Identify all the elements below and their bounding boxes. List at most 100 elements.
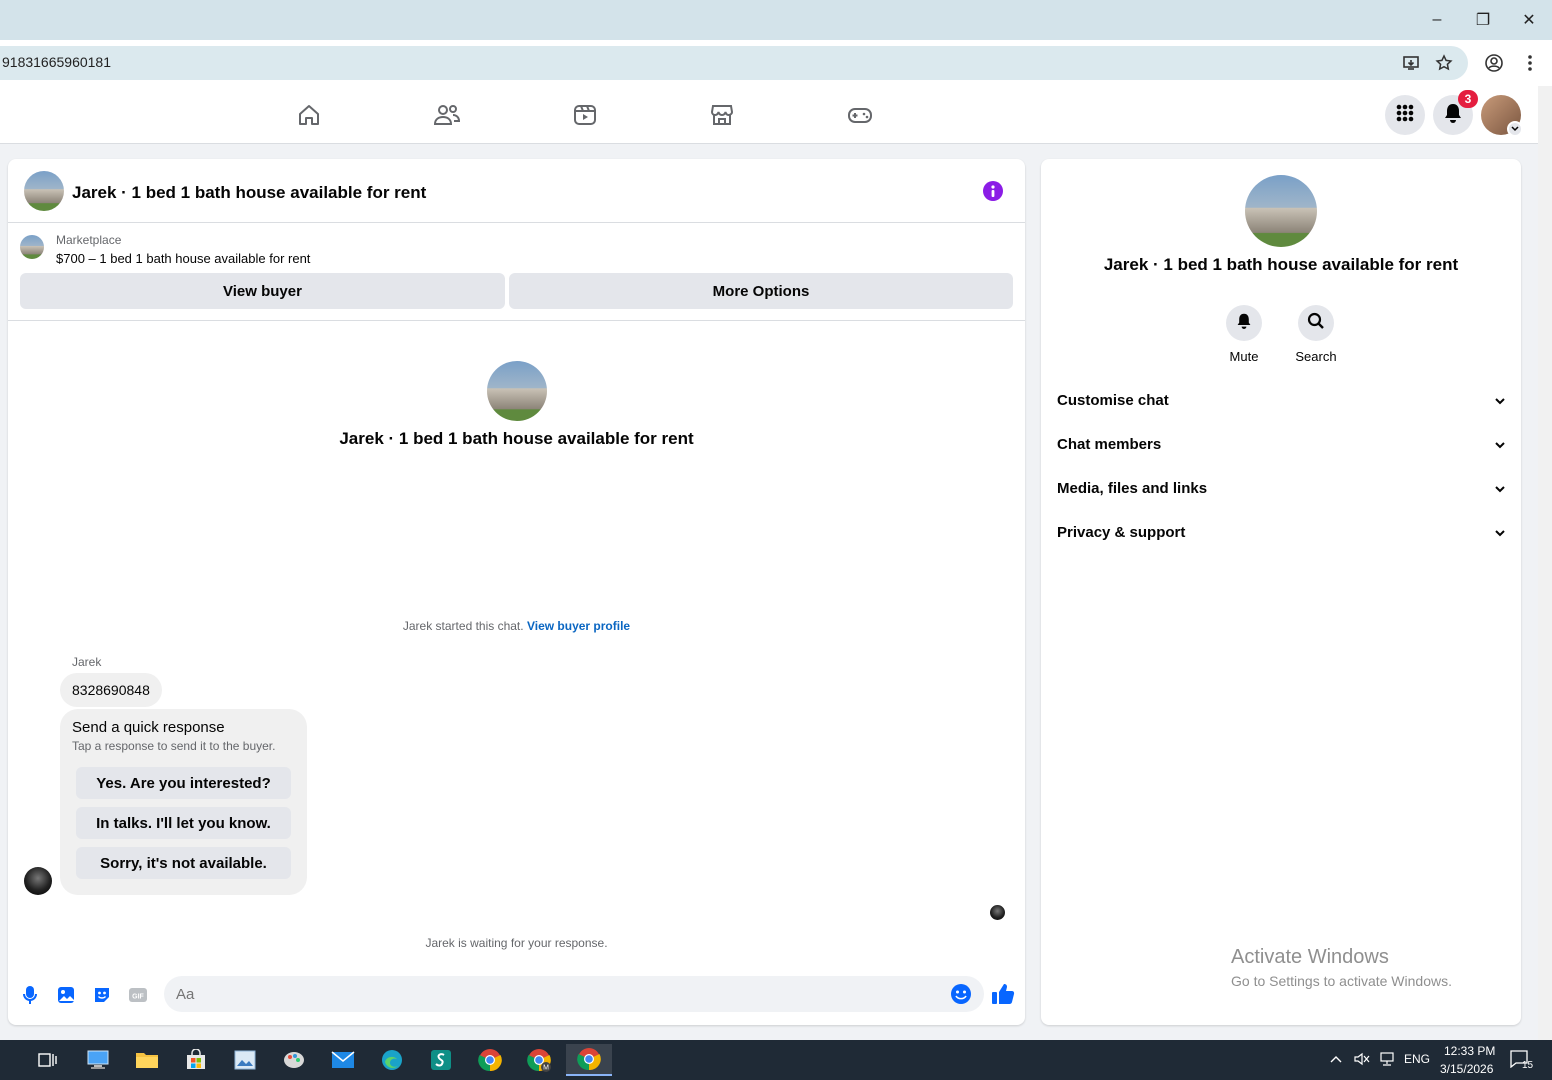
svg-text:M: M: [543, 1065, 549, 1072]
privacy-support-label: Privacy & support: [1057, 523, 1186, 541]
microsoft-store-icon[interactable]: [176, 1044, 216, 1076]
facebook-navbar: [0, 86, 1538, 144]
like-thumb-icon[interactable]: [990, 981, 1016, 1007]
gaming-icon[interactable]: [845, 100, 875, 130]
mute-button[interactable]: Mute: [1214, 305, 1274, 364]
chat-intro-title: Jarek · 1 bed 1 bath house available for…: [339, 429, 694, 448]
search-label: Search: [1295, 349, 1337, 364]
chat-profile-photo: [487, 361, 547, 421]
read-receipt-avatar: [990, 905, 1005, 920]
info-icon[interactable]: [983, 181, 1003, 201]
address-bar[interactable]: 91831665960181: [0, 46, 1468, 80]
sender-avatar[interactable]: [24, 867, 52, 895]
chat-title[interactable]: Jarek · 1 bed 1 bath house available for…: [72, 183, 426, 203]
install-app-icon[interactable]: [1401, 53, 1421, 73]
minimize-button[interactable]: –: [1414, 0, 1460, 40]
chrome-active-window-icon[interactable]: [566, 1044, 612, 1076]
chat-members-section[interactable]: Chat members: [1057, 422, 1505, 466]
chat-members-label: Chat members: [1057, 435, 1162, 453]
message-input[interactable]: [176, 976, 936, 1012]
listing-thumbnail[interactable]: [20, 235, 44, 259]
url-text: 91831665960181: [2, 54, 112, 70]
browser-menu-icon[interactable]: [1520, 53, 1540, 73]
chrome-icon[interactable]: [470, 1044, 510, 1076]
chat-started-notice: Jarek started this chat. View buyer prof…: [8, 619, 1025, 633]
media-files-links-label: Media, files and links: [1057, 479, 1208, 497]
quick-response-title: Send a quick response: [72, 719, 225, 736]
edge-browser-icon[interactable]: [372, 1044, 412, 1076]
listing-title[interactable]: $700 – 1 bed 1 bath house available for …: [56, 251, 310, 266]
sway-app-icon[interactable]: [421, 1044, 461, 1076]
bookmark-star-icon[interactable]: [1434, 53, 1454, 73]
details-profile-photo[interactable]: [1245, 175, 1317, 247]
view-buyer-profile-link[interactable]: View buyer profile: [527, 619, 630, 633]
browser-titlebar: – ❐ ✕: [0, 0, 1552, 40]
microphone-icon[interactable]: [18, 983, 42, 1007]
input-language[interactable]: ENG: [1404, 1052, 1430, 1066]
restore-button[interactable]: ❐: [1460, 0, 1506, 40]
notification-badge: 3: [1458, 90, 1478, 108]
profile-icon[interactable]: [1484, 53, 1504, 73]
view-buyer-button[interactable]: View buyer: [20, 273, 505, 309]
more-options-button[interactable]: More Options: [509, 273, 1013, 309]
search-button[interactable]: Search: [1286, 305, 1346, 364]
customise-chat-label: Customise chat: [1057, 391, 1169, 409]
clock-time[interactable]: 12:33 PM: [1444, 1044, 1495, 1058]
waiting-notice: Jarek is waiting for your response.: [425, 936, 608, 950]
quick-response-not-available-button[interactable]: Sorry, it's not available.: [76, 847, 291, 879]
browser-toolbar: 91831665960181: [0, 40, 1552, 86]
quick-response-card: Send a quick response Tap a response to …: [60, 709, 307, 895]
watch-icon[interactable]: [570, 100, 600, 130]
search-icon: [1307, 312, 1325, 335]
marketplace-label: Marketplace: [56, 233, 122, 247]
file-explorer-icon[interactable]: [127, 1044, 167, 1076]
chat-header: Jarek · 1 bed 1 bath house available for…: [8, 159, 1025, 223]
windows-taskbar: M ENG 12:33 PM 3/15/2026 15: [0, 1040, 1552, 1080]
chevron-up-icon[interactable]: [1330, 1052, 1342, 1066]
close-button[interactable]: ✕: [1506, 0, 1552, 40]
gif-icon[interactable]: GIF: [126, 983, 150, 1007]
quick-response-subtitle: Tap a response to send it to the buyer.: [72, 739, 276, 753]
grid-icon: [1395, 103, 1415, 128]
photo-viewer-icon[interactable]: [225, 1044, 265, 1076]
sender-name: Jarek: [72, 655, 102, 669]
watermark-title: Activate Windows: [1231, 946, 1389, 968]
media-files-links-section[interactable]: Media, files and links: [1057, 466, 1505, 510]
marketplace-listing-bar: Marketplace $700 – 1 bed 1 bath house av…: [8, 223, 1025, 321]
chevron-down-icon[interactable]: [1507, 121, 1523, 137]
message-bubble[interactable]: 8328690848: [60, 673, 162, 707]
quick-response-yes-button[interactable]: Yes. Are you interested?: [76, 767, 291, 799]
sticker-icon[interactable]: [90, 983, 114, 1007]
task-view-icon[interactable]: [27, 1044, 67, 1076]
watermark-subtitle: Go to Settings to activate Windows.: [1231, 973, 1452, 989]
message-composer[interactable]: [164, 976, 984, 1012]
privacy-support-section[interactable]: Privacy & support: [1057, 510, 1505, 554]
chevron-down-icon: [1495, 480, 1505, 497]
quick-response-in-talks-button[interactable]: In talks. I'll let you know.: [76, 807, 291, 839]
emoji-icon[interactable]: [950, 983, 972, 1005]
this-pc-icon[interactable]: [78, 1044, 118, 1076]
chat-avatar[interactable]: [24, 171, 64, 211]
menu-grid-button[interactable]: [1385, 95, 1425, 135]
mute-label: Mute: [1229, 349, 1259, 364]
home-icon[interactable]: [294, 100, 324, 130]
chevron-down-icon: [1495, 392, 1505, 409]
chrome-profile-m-icon[interactable]: M: [519, 1044, 559, 1076]
svg-text:GIF: GIF: [132, 994, 144, 1001]
marketplace-icon[interactable]: [707, 100, 737, 130]
volume-muted-icon[interactable]: [1354, 1052, 1370, 1069]
started-text: Jarek started this chat.: [402, 619, 524, 633]
details-title: Jarek · 1 bed 1 bath house available for…: [1103, 255, 1459, 274]
mail-icon[interactable]: [323, 1044, 363, 1076]
image-icon[interactable]: [54, 983, 78, 1007]
customise-chat-section[interactable]: Customise chat: [1057, 378, 1505, 422]
activation-watermark: Activate Windows Go to Settings to activ…: [1231, 946, 1452, 989]
chevron-down-icon: [1495, 524, 1505, 541]
action-center-count: 15: [1522, 1060, 1534, 1071]
clock-date[interactable]: 3/15/2026: [1440, 1062, 1493, 1076]
paint-app-icon[interactable]: [274, 1044, 314, 1076]
network-icon[interactable]: [1378, 1052, 1396, 1069]
friends-icon[interactable]: [432, 100, 462, 130]
page-scrollbar[interactable]: [1538, 86, 1552, 1040]
chat-panel: Jarek · 1 bed 1 bath house available for…: [8, 159, 1025, 1025]
